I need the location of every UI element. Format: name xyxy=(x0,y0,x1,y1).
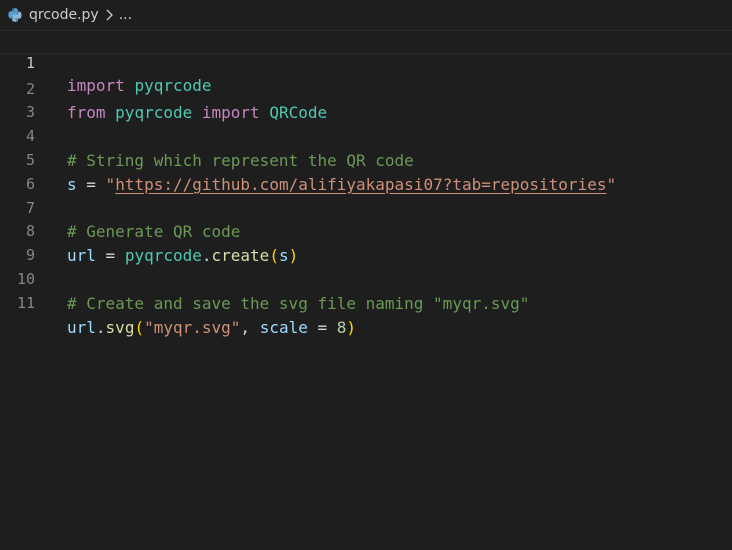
line-text[interactable]: url.svg("myqr.svg", scale = 8) xyxy=(67,316,356,340)
code-editor[interactable]: qrcode.py ... 1 import pyqrcode 2 from p… xyxy=(0,0,732,550)
token-string: "myqr.svg" xyxy=(144,317,241,337)
code-line[interactable]: 3 xyxy=(0,78,732,121)
code-line[interactable]: 2 from pyqrcode import QRCode xyxy=(0,54,732,123)
token-operator: = xyxy=(307,317,337,337)
token-comment: # Create and save the svg file naming "m… xyxy=(67,293,530,313)
line-text[interactable]: # Create and save the svg file naming "m… xyxy=(67,292,529,316)
chevron-right-icon xyxy=(105,9,114,21)
line-number: 11 xyxy=(16,293,35,312)
code-line[interactable]: 1 import pyqrcode xyxy=(0,30,732,95)
code-line[interactable]: 8 url = pyqrcode.create(s) xyxy=(0,197,732,265)
code-area[interactable]: 1 import pyqrcode 2 from pyqrcode import… xyxy=(0,30,732,337)
breadcrumb-file[interactable]: qrcode.py xyxy=(29,7,99,23)
code-line[interactable]: 7 # Generate QR code xyxy=(0,173,732,242)
token-comma: , xyxy=(240,317,260,337)
code-line[interactable]: 9 xyxy=(0,220,732,264)
code-line[interactable]: 4 # String which represent the QR code xyxy=(0,101,732,170)
breadcrumb: qrcode.py ... xyxy=(0,0,732,30)
code-line[interactable]: 10 # Create and save the svg file naming… xyxy=(0,244,732,313)
token-parameter: scale xyxy=(259,317,308,337)
python-file-icon xyxy=(7,7,23,23)
token-dot: . xyxy=(95,317,106,337)
code-line[interactable]: 11 url.svg("myqr.svg", scale = 8) xyxy=(0,268,732,337)
token-variable: url xyxy=(67,317,96,337)
code-line[interactable]: 6 xyxy=(0,149,732,193)
token-bracket: ( xyxy=(134,317,145,337)
breadcrumb-more[interactable]: ... xyxy=(119,7,132,23)
token-bracket: ) xyxy=(346,317,357,337)
token-function: svg xyxy=(105,317,135,337)
code-line[interactable]: 5 s = "https://github.com/alifiyakapasi0… xyxy=(0,125,732,194)
token-number: 8 xyxy=(336,317,347,337)
